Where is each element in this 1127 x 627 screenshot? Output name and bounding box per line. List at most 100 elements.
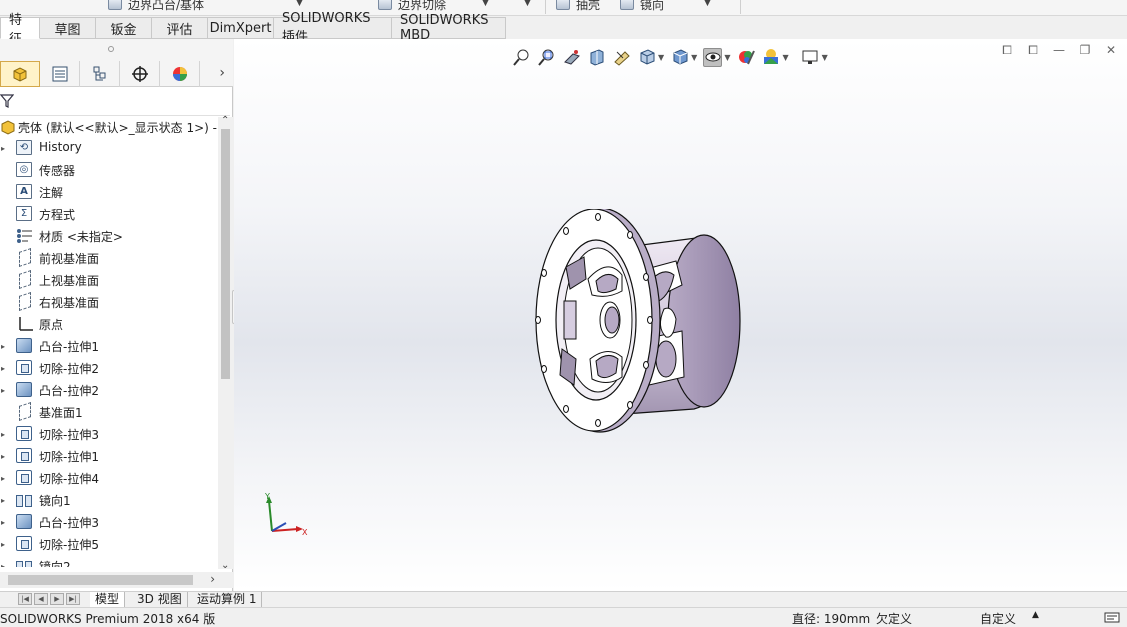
boundary-cut-button[interactable]: 边界切除 — [378, 0, 446, 13]
tab-3d-views[interactable]: 3D 视图 — [132, 592, 188, 607]
tree-filter[interactable] — [0, 88, 230, 116]
tab-display-manager[interactable] — [160, 61, 200, 87]
mirror-button[interactable]: 镜向 — [620, 0, 664, 13]
tree-item[interactable]: ▸ 凸台-拉伸1 — [0, 335, 218, 357]
scroll-down-icon[interactable]: ⌄ — [221, 560, 229, 571]
restore-icon[interactable]: ❐ — [1077, 43, 1093, 58]
expand-arrow-icon[interactable]: ▸ — [1, 386, 7, 395]
shell-button[interactable]: 抽壳 — [556, 0, 600, 13]
apply-scene-icon[interactable] — [761, 48, 780, 67]
last-tab-icon[interactable]: ▶| — [66, 593, 80, 605]
zoom-to-fit-icon[interactable] — [512, 48, 531, 67]
triad-y-label: Y — [264, 492, 270, 501]
rebuild-status-icon[interactable] — [1104, 610, 1120, 627]
tree-item-label: 凸台-拉伸1 — [39, 340, 99, 354]
chevron-down-icon[interactable]: ▼ — [296, 0, 303, 8]
chevron-down-icon[interactable]: ▼ — [724, 53, 730, 62]
tab-sheet-metal[interactable]: 钣金 — [96, 17, 152, 39]
expand-arrow-icon[interactable]: ▸ — [1, 144, 7, 153]
tree-item[interactable]: ◎ 传感器 — [0, 159, 218, 181]
expand-arrow-icon[interactable]: ▸ — [1, 518, 7, 527]
prev-tab-icon[interactable]: ◀ — [34, 593, 48, 605]
view-settings-icon[interactable] — [801, 48, 820, 67]
tree-horizontal-scrollbar[interactable]: › — [0, 572, 233, 588]
scroll-thumb[interactable] — [221, 129, 230, 379]
tab-configuration-manager[interactable] — [80, 61, 120, 87]
dock-right-icon[interactable]: ⧠ — [1025, 43, 1041, 58]
tree-item[interactable]: ▸ 切除-拉伸1 — [0, 445, 218, 467]
tree-item[interactable]: 前视基准面 — [0, 247, 218, 269]
chevron-down-icon[interactable]: ▼ — [691, 53, 697, 62]
expand-arrow-icon[interactable]: ▸ — [1, 342, 7, 351]
expand-arrow-icon[interactable]: ▸ — [1, 430, 7, 439]
scroll-right-icon[interactable]: › — [210, 572, 215, 586]
tab-sketch[interactable]: 草图 — [40, 17, 96, 39]
tree-item[interactable]: Σ 方程式 — [0, 203, 218, 225]
chevron-right-icon[interactable]: › — [219, 65, 225, 81]
tab-evaluate[interactable]: 评估 — [152, 17, 208, 39]
tree-item[interactable]: ▸ 切除-拉伸5 — [0, 533, 218, 555]
expand-arrow-icon[interactable]: ▸ — [1, 364, 7, 373]
tree-vertical-scrollbar[interactable]: ⌃ ⌄ — [218, 115, 233, 571]
part-model-render[interactable] — [504, 209, 754, 449]
chevron-down-icon[interactable]: ▼ — [782, 53, 788, 62]
panel-grip[interactable] — [0, 39, 233, 61]
chevron-up-icon[interactable]: ▲ — [1032, 610, 1039, 620]
expand-arrow-icon[interactable]: ▸ — [1, 452, 7, 461]
tree-item[interactable]: 上视基准面 — [0, 269, 218, 291]
tab-property-manager[interactable] — [40, 61, 80, 87]
tree-item[interactable]: 基准面1 — [0, 401, 218, 423]
dynamic-annotation-icon[interactable] — [612, 48, 631, 67]
chevron-down-icon[interactable]: ▼ — [704, 0, 711, 8]
tab-model[interactable]: 模型 — [90, 592, 126, 607]
section-view-icon[interactable] — [587, 48, 606, 67]
command-manager-tabs: 特征 草图 钣金 评估 DimXpert SOLIDWORKS 插件 SOLID… — [0, 11, 510, 47]
tree-item[interactable]: A 注解 — [0, 181, 218, 203]
next-tab-icon[interactable]: ▶ — [50, 593, 64, 605]
tree-item[interactable]: ▸ 镜向1 — [0, 489, 218, 511]
tree-item[interactable]: 右视基准面 — [0, 291, 218, 313]
status-definition-state: 欠定义 — [876, 612, 913, 626]
scroll-thumb[interactable] — [8, 575, 193, 585]
expand-arrow-icon[interactable]: ▸ — [1, 496, 7, 505]
chevron-down-icon[interactable]: ▼ — [822, 53, 828, 62]
feature-manager-icon — [13, 67, 27, 82]
chevron-down-icon[interactable]: ▼ — [524, 0, 531, 8]
view-orientation-icon[interactable] — [637, 48, 656, 67]
tree-item[interactable]: ▸ 切除-拉伸2 — [0, 357, 218, 379]
tab-solidworks-addins[interactable]: SOLIDWORKS 插件 — [274, 11, 392, 45]
close-icon[interactable]: ✕ — [1103, 43, 1119, 58]
chevron-down-icon[interactable]: ▼ — [658, 53, 664, 62]
first-tab-icon[interactable]: |◀ — [18, 593, 32, 605]
graphics-area[interactable]: ▼ ▼ ▼ ▼ ▼ ⧠ ⧠ — ❐ ✕ Y X — [234, 39, 1127, 591]
expand-arrow-icon[interactable]: ▸ — [1, 540, 7, 549]
minimize-icon[interactable]: — — [1051, 43, 1067, 58]
tree-item[interactable]: ▸ 切除-拉伸4 — [0, 467, 218, 489]
hide-show-items-icon[interactable] — [703, 47, 723, 67]
tree-item[interactable]: ▸ 切除-拉伸3 — [0, 423, 218, 445]
tree-item[interactable]: ▸ 镜向2 — [0, 555, 218, 567]
tree-item[interactable]: ▸ 凸台-拉伸2 — [0, 379, 218, 401]
tab-motion-study-1[interactable]: 运动算例 1 — [192, 592, 263, 607]
edit-appearance-icon[interactable] — [736, 48, 755, 67]
expand-arrow-icon[interactable]: ▸ — [1, 474, 7, 483]
tab-solidworks-mbd[interactable]: SOLIDWORKS MBD — [392, 13, 506, 43]
tree-item[interactable]: ▸ 凸台-拉伸3 — [0, 511, 218, 533]
chevron-down-icon[interactable]: ▼ — [482, 0, 489, 8]
tree-root-part[interactable]: 壳体 (默认<<默认>_显示状态 1>) -> — [0, 117, 218, 137]
tree-item[interactable]: ▸ ⟲ History — [0, 137, 218, 159]
tree-item[interactable]: 原点 — [0, 313, 218, 335]
zoom-to-area-icon[interactable] — [537, 48, 556, 67]
display-style-icon[interactable] — [670, 48, 689, 67]
tab-dimxpert[interactable]: DimXpert — [208, 17, 274, 39]
boundary-boss-button[interactable]: 边界凸台/基体 — [108, 0, 204, 13]
expand-arrow-icon[interactable]: ▸ — [1, 562, 7, 568]
scroll-up-icon[interactable]: ⌃ — [221, 115, 229, 126]
tab-dimxpert-manager[interactable] — [120, 61, 160, 87]
tree-item[interactable]: 材质 <未指定> — [0, 225, 218, 247]
previous-view-icon[interactable] — [562, 48, 581, 67]
dock-left-icon[interactable]: ⧠ — [999, 43, 1015, 58]
status-units-button[interactable]: 自定义 — [980, 610, 1016, 627]
tab-feature-manager[interactable] — [0, 61, 40, 87]
tab-features[interactable]: 特征 — [0, 13, 40, 47]
